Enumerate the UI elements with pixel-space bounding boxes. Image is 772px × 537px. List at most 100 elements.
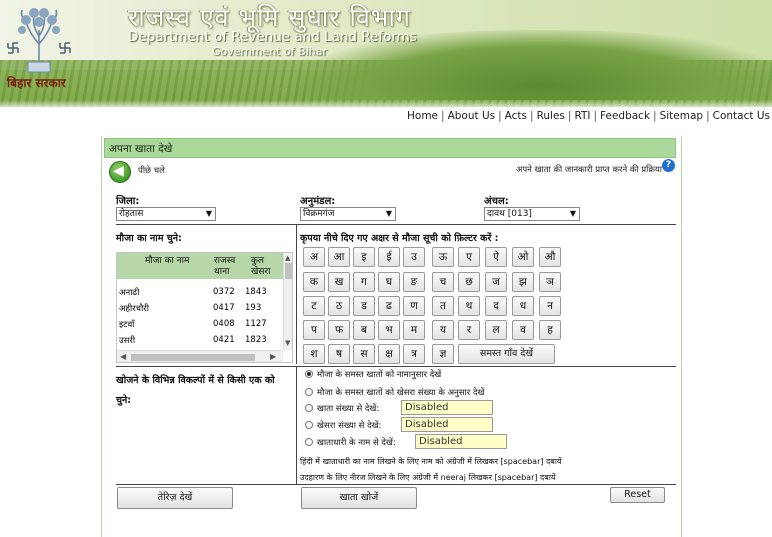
letter-button[interactable]: प — [303, 320, 325, 340]
panel-heading: अपना खाता देखे — [109, 143, 173, 155]
letter-button[interactable]: म — [403, 320, 425, 340]
reset-button[interactable]: Reset — [610, 487, 665, 503]
letter-button[interactable]: च — [432, 272, 454, 292]
divider — [116, 224, 676, 225]
column-header-thana: राजस्व थाना — [214, 256, 236, 277]
letter-button[interactable]: ध — [512, 296, 534, 316]
gov-label: बिहार सरकार — [7, 76, 66, 90]
nav-home[interactable]: Home — [407, 110, 438, 122]
scroll-thumb[interactable] — [285, 263, 292, 279]
letter-button[interactable]: ठ — [328, 296, 350, 316]
nav-feedback[interactable]: Feedback — [600, 110, 650, 122]
letter-button[interactable]: इ — [353, 247, 375, 267]
letter-button[interactable]: त्र — [403, 344, 425, 364]
option-label: खेसरा संख्या से देखें: — [317, 421, 382, 431]
scroll-up-icon[interactable]: ▲ — [285, 254, 290, 262]
khata-number-field[interactable]: Disabled — [401, 400, 493, 415]
list-item[interactable]: अनाढी 0372 1843 — [117, 285, 283, 301]
letter-button[interactable]: छ — [458, 272, 480, 292]
letter-button[interactable]: ऐ — [485, 247, 507, 267]
show-all-villages-button[interactable]: समस्त गाँव देखें — [458, 344, 555, 364]
list-item[interactable]: इटवाँ 0408 1127 — [117, 317, 283, 333]
letter-button[interactable]: अ — [303, 247, 325, 267]
letter-button[interactable]: ण — [403, 296, 425, 316]
letter-button[interactable]: ब — [353, 320, 375, 340]
back-label[interactable]: पीछे चले — [138, 165, 165, 176]
radio-khata-number[interactable] — [305, 404, 313, 412]
letter-button[interactable]: ल — [485, 320, 507, 340]
letter-button[interactable]: ग — [353, 272, 375, 292]
option-label: खाताधारी के नाम से देखें: — [317, 438, 396, 448]
list-item[interactable]: अहीरचौरी 0417 193 — [117, 301, 283, 317]
scroll-thumb[interactable] — [131, 354, 255, 361]
letter-button[interactable]: क — [303, 272, 325, 292]
letter-button[interactable]: फ — [328, 320, 350, 340]
letter-button[interactable]: ड — [353, 296, 375, 316]
horizontal-scrollbar[interactable]: ◀ ▶ — [117, 350, 283, 362]
letter-button[interactable]: य — [432, 320, 454, 340]
circle-select[interactable]: दावथ [013] ▼ — [484, 207, 580, 221]
letter-button[interactable]: र — [458, 320, 480, 340]
owner-name-field[interactable]: Disabled — [415, 434, 507, 449]
letter-button[interactable]: क्ष — [378, 344, 400, 364]
radio-view-by-name[interactable] — [305, 370, 313, 378]
mauza-listbox[interactable]: मौजा का नाम राजस्व थाना कुल खेसरा अनाढी … — [116, 252, 293, 363]
letter-button[interactable]: ई — [378, 247, 400, 267]
option-label: मौजा के समस्त खातों को नामानुसार देखें — [317, 370, 442, 380]
process-info-link[interactable]: अपने खाता की जानकारी प्राप्त करने की प्र… — [516, 164, 662, 175]
scroll-right-icon[interactable]: ▶ — [270, 352, 276, 361]
site-banner: बिहार सरकार राजस्व एवं भूमि सुधार विभाग … — [0, 0, 772, 133]
column-header-mauza: मौजा का नाम — [145, 256, 190, 266]
radio-khesra-number[interactable] — [305, 421, 313, 429]
letter-button[interactable]: आ — [328, 247, 350, 267]
subdivision-value: विक्रमगंज — [303, 209, 335, 219]
district-select[interactable]: रोहतास ▼ — [116, 207, 216, 221]
nav-acts[interactable]: Acts — [505, 110, 527, 122]
letter-button[interactable]: त — [432, 296, 454, 316]
chevron-down-icon: ▼ — [205, 209, 212, 218]
scroll-left-icon[interactable]: ◀ — [120, 352, 126, 361]
letter-button[interactable]: झ — [512, 272, 534, 292]
letter-button[interactable]: न — [539, 296, 561, 316]
letter-button[interactable]: श — [303, 344, 325, 364]
view-register-button[interactable]: तेरिज़ देखें — [117, 487, 233, 509]
letter-button[interactable]: ए — [458, 247, 480, 267]
radio-view-by-khesra[interactable] — [305, 388, 313, 396]
letter-button[interactable]: ख — [328, 272, 350, 292]
nav-rti[interactable]: RTI — [574, 110, 590, 122]
letter-button[interactable]: ओ — [512, 247, 534, 267]
letter-button[interactable]: ऊ — [432, 247, 454, 267]
letter-button[interactable]: उ — [403, 247, 425, 267]
letter-button[interactable]: द — [485, 296, 507, 316]
letter-button[interactable]: औ — [539, 247, 561, 267]
vertical-scrollbar[interactable]: ▲ ▼ — [283, 253, 292, 350]
letter-button[interactable]: ज्ञ — [432, 344, 454, 364]
letter-button[interactable]: भ — [378, 320, 400, 340]
khesra-number-field[interactable]: Disabled — [401, 417, 493, 432]
nav-contact-us[interactable]: Contact Us — [713, 110, 770, 122]
letter-button[interactable]: ट — [303, 296, 325, 316]
letter-button[interactable]: ह — [539, 320, 561, 340]
nav-about-us[interactable]: About Us — [448, 110, 496, 122]
back-button[interactable]: ◀ — [109, 161, 131, 183]
radio-owner-name[interactable] — [305, 438, 313, 446]
list-item[interactable]: उसरी 0421 1823 — [117, 333, 283, 349]
scroll-down-icon[interactable]: ▼ — [285, 339, 290, 347]
hint-text-1: हिंदी में खाताधारी का नाम लिखने के लिए न… — [300, 457, 562, 466]
subdivision-select[interactable]: विक्रमगंज ▼ — [300, 207, 396, 221]
search-khata-button[interactable]: खाता खोजें — [301, 487, 417, 509]
letter-button[interactable]: ढ — [378, 296, 400, 316]
letter-button[interactable]: ज — [485, 272, 507, 292]
letter-button[interactable]: थ — [458, 296, 480, 316]
divider — [296, 366, 297, 484]
letter-button[interactable]: व — [512, 320, 534, 340]
nav-rules[interactable]: Rules — [537, 110, 565, 122]
letter-button[interactable]: स — [353, 344, 375, 364]
letter-button[interactable]: ङ — [403, 272, 425, 292]
letter-button[interactable]: ष — [328, 344, 350, 364]
letter-button[interactable]: ञ — [539, 272, 561, 292]
circle-label: अंचल: — [484, 196, 509, 207]
nav-sitemap[interactable]: Sitemap — [660, 110, 704, 122]
help-icon[interactable]: ? — [662, 159, 675, 172]
letter-button[interactable]: घ — [378, 272, 400, 292]
